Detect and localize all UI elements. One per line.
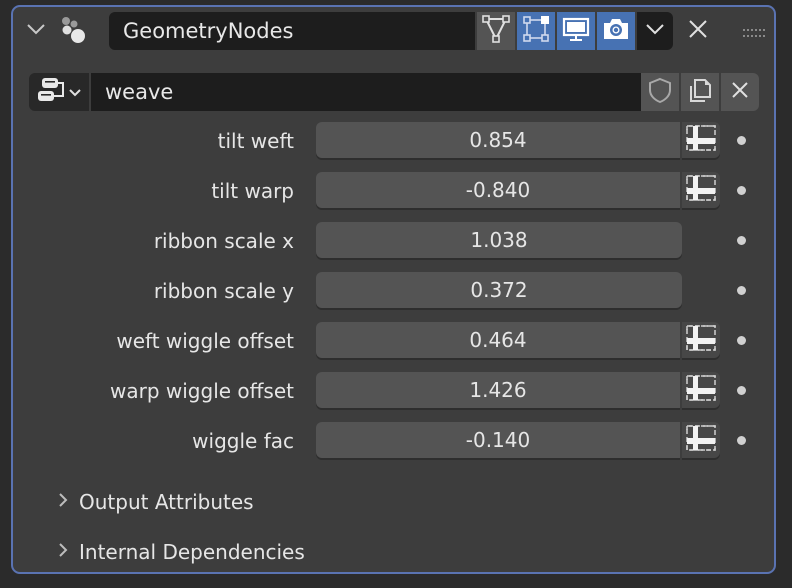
input-label: warp wiggle offset xyxy=(110,379,294,403)
chevron-right-icon xyxy=(57,490,69,514)
viewport-toggle[interactable] xyxy=(557,12,595,50)
modifier-menu-button[interactable] xyxy=(637,12,673,50)
camera-icon xyxy=(601,14,631,48)
spreadsheet-icon xyxy=(685,374,717,406)
input-row: tilt weft 0.854 xyxy=(13,122,774,160)
on-cage-toggle[interactable] xyxy=(517,12,555,50)
collapse-chevron-icon[interactable] xyxy=(25,19,47,39)
input-label: ribbon scale x xyxy=(153,229,294,253)
edit-mode-triangle-icon xyxy=(481,14,511,48)
input-label: tilt weft xyxy=(217,129,294,153)
subpanel-label: Output Attributes xyxy=(79,490,254,514)
attribute-toggle-button[interactable] xyxy=(682,372,720,408)
input-value-field[interactable]: 1.426 xyxy=(316,372,680,408)
input-value-field[interactable]: 1.038 xyxy=(316,222,682,258)
fake-user-button[interactable] xyxy=(641,73,679,111)
render-toggle[interactable] xyxy=(597,12,635,50)
node-tree-icon xyxy=(36,75,66,109)
subpanel-label: Internal Dependencies xyxy=(79,540,305,564)
keyframe-dot-icon[interactable] xyxy=(737,336,746,345)
input-value-field[interactable]: -0.840 xyxy=(316,172,680,208)
shield-icon xyxy=(646,76,674,108)
node-group-browse-button[interactable] xyxy=(29,73,89,111)
input-row: ribbon scale y 0.372 xyxy=(13,272,774,310)
remove-modifier-button[interactable] xyxy=(685,16,711,46)
keyframe-dot-icon[interactable] xyxy=(737,236,746,245)
input-value-field[interactable]: 0.854 xyxy=(316,122,680,158)
input-row: weft wiggle offset 0.464 xyxy=(13,322,774,360)
attribute-toggle-button[interactable] xyxy=(682,122,720,158)
keyframe-dot-icon[interactable] xyxy=(737,436,746,445)
input-row: tilt warp -0.840 xyxy=(13,172,774,210)
input-value-field[interactable]: 0.464 xyxy=(316,322,680,358)
subpanel-output-attributes[interactable]: Output Attributes xyxy=(57,484,254,520)
input-label: tilt warp xyxy=(211,179,294,203)
spreadsheet-icon xyxy=(685,324,717,356)
chevron-down-icon xyxy=(68,83,82,102)
chevron-down-icon xyxy=(644,21,666,41)
input-value-field[interactable]: 0.372 xyxy=(316,272,682,308)
input-row: ribbon scale x 1.038 xyxy=(13,222,774,260)
keyframe-dot-icon[interactable] xyxy=(737,186,746,195)
monitor-icon xyxy=(561,14,591,48)
chevron-right-icon xyxy=(57,540,69,564)
duplicate-icon xyxy=(686,76,714,108)
close-icon xyxy=(730,80,750,104)
unlink-node-group-button[interactable] xyxy=(721,73,759,111)
input-row: warp wiggle offset 1.426 xyxy=(13,372,774,410)
input-label: ribbon scale y xyxy=(153,279,294,303)
spreadsheet-icon xyxy=(685,174,717,206)
edit-mode-toggle[interactable] xyxy=(477,12,515,50)
input-value-field[interactable]: -0.140 xyxy=(316,422,680,458)
duplicate-node-group-button[interactable] xyxy=(681,73,719,111)
spreadsheet-icon xyxy=(685,424,717,456)
input-row: wiggle fac -0.140 xyxy=(13,422,774,460)
geometry-nodes-icon xyxy=(57,15,89,47)
input-label: wiggle fac xyxy=(192,429,294,453)
node-group-name-input[interactable]: weave xyxy=(91,73,641,111)
keyframe-dot-icon[interactable] xyxy=(737,136,746,145)
attribute-toggle-button[interactable] xyxy=(682,322,720,358)
close-icon xyxy=(688,19,708,43)
attribute-toggle-button[interactable] xyxy=(682,422,720,458)
drag-handle-icon[interactable] xyxy=(743,24,767,37)
attribute-toggle-button[interactable] xyxy=(682,172,720,208)
subpanel-internal-dependencies[interactable]: Internal Dependencies xyxy=(57,534,305,570)
input-label: weft wiggle offset xyxy=(116,329,294,353)
modifier-panel: GeometryNodes weave tilt weft 0.854 tilt… xyxy=(11,5,776,574)
vertex-cage-icon xyxy=(521,14,551,48)
modifier-name-input[interactable]: GeometryNodes xyxy=(109,12,475,50)
keyframe-dot-icon[interactable] xyxy=(737,386,746,395)
spreadsheet-icon xyxy=(685,124,717,156)
keyframe-dot-icon[interactable] xyxy=(737,286,746,295)
